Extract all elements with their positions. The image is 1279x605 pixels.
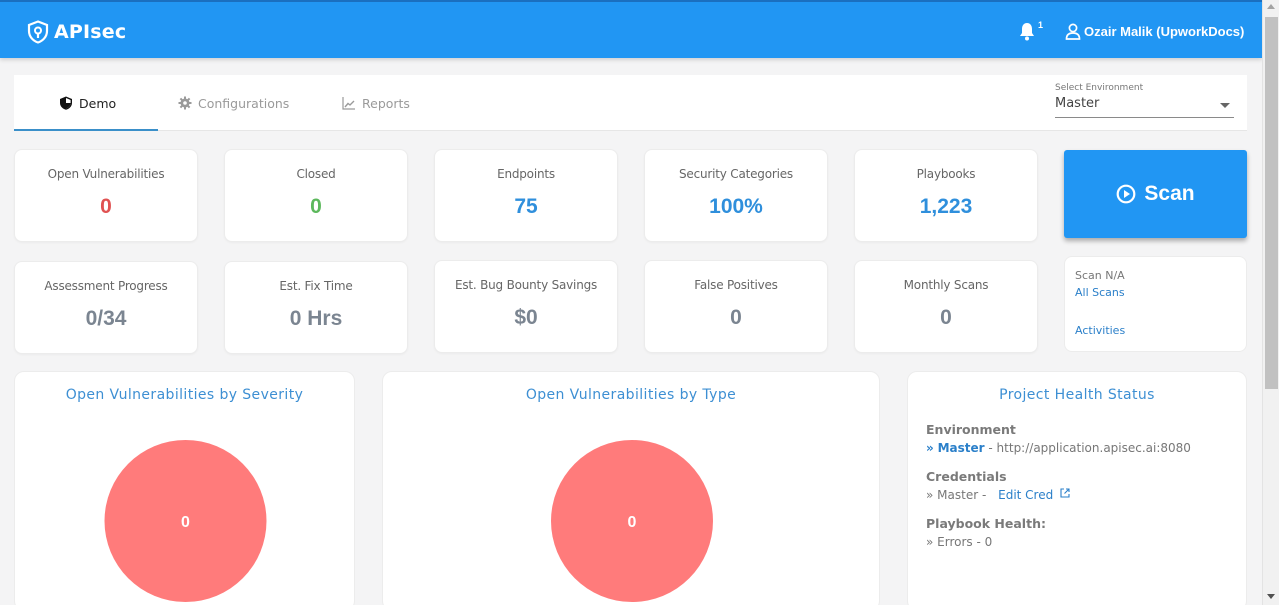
user-icon [1065,23,1081,40]
notification-count: 1 [1038,20,1044,30]
health-playbook-section: Playbook Health: » Errors - 0 [926,516,1246,549]
double-chevron-icon: » [926,535,934,549]
stat-value: 0 [310,195,322,218]
caret-down-icon [1220,103,1230,108]
external-link-icon [1060,488,1070,498]
stat-card-bug-bounty-savings[interactable]: Est. Bug Bounty Savings $0 [434,260,618,353]
gear-icon [178,96,192,110]
stat-card-open-vulnerabilities[interactable]: Open Vulnerabilities 0 [14,149,198,242]
errors-line: » Errors - 0 [926,535,1246,549]
project-health-card: Project Health Status Environment » Mast… [907,371,1247,605]
stat-card-false-positives[interactable]: False Positives 0 [644,260,828,353]
shield-keyhole-icon [27,20,49,44]
type-pie-chart: 0 [551,440,713,602]
stat-card-assessment-progress[interactable]: Assessment Progress 0/34 [14,261,198,354]
double-chevron-icon: » [926,441,934,455]
stat-card-monthly-scans[interactable]: Monthly Scans 0 [854,260,1038,353]
stat-label: Est. Bug Bounty Savings [454,278,598,292]
severity-chart-card: Open Vulnerabilities by Severity 0 [14,371,355,605]
all-scans-link[interactable]: All Scans [1075,286,1236,299]
stat-value: 0 Hrs [289,307,343,330]
stat-card-closed[interactable]: Closed 0 [224,149,408,242]
stat-card-est-fix-time[interactable]: Est. Fix Time 0 Hrs [224,261,408,354]
errors-count: Errors - 0 [937,535,993,549]
top-navbar: APIsec 1 Ozair Malik (UpworkDocs) [0,0,1262,58]
page-scrollbar[interactable] [1262,0,1279,605]
scroll-down-arrow-icon[interactable] [1267,594,1275,599]
activities-link[interactable]: Activities [1075,324,1236,337]
tab-label: Reports [362,95,410,111]
user-menu[interactable]: Ozair Malik (UpworkDocs) [1065,23,1244,40]
bell-icon [1020,23,1034,41]
health-credentials-section: Credentials » Master - Edit Cred [926,469,1246,502]
pie-center-label: 0 [181,514,190,531]
tab-reports[interactable]: Reports [342,75,410,131]
stat-card-endpoints[interactable]: Endpoints 75 [434,149,618,242]
brand-logo[interactable]: APIsec [27,20,126,44]
scan-button-label: Scan [1144,182,1195,205]
scroll-up-arrow-icon[interactable] [1267,4,1275,9]
edit-cred-label: Edit Cred [998,488,1054,502]
environment-value-text: Master [1055,96,1100,111]
notifications-button[interactable]: 1 [1018,20,1043,46]
brand-name: APIsec [54,21,127,43]
pie-center-label: 0 [628,514,637,531]
stat-label: Monthly Scans [903,278,989,292]
tab-label: Demo [79,95,117,111]
stat-label: Endpoints [497,167,555,181]
stat-value: 0 [940,306,952,329]
credentials-heading: Credentials [926,469,1007,484]
stat-value: $0 [514,306,538,329]
edit-cred-link[interactable]: Edit Cred [998,488,1070,502]
stat-label: Security Categories [679,167,793,181]
stat-label: Playbooks [916,167,976,181]
environment-line: » Master - http://application.apisec.ai:… [926,441,1246,455]
stat-label: Assessment Progress [44,279,168,293]
health-title: Project Health Status [999,387,1155,403]
scan-links-card: Scan N/A All Scans Activities [1064,256,1247,352]
tab-demo[interactable]: Demo [59,75,116,131]
environment-heading: Environment [926,422,1016,437]
stat-label: Est. Fix Time [279,279,353,293]
stat-label: Open Vulnerabilities [47,167,165,181]
environment-select-value[interactable]: Master [1055,96,1234,118]
double-chevron-icon: » [926,488,934,502]
credentials-line: » Master - Edit Cred [926,488,1246,502]
health-environment-section: Environment » Master - http://applicatio… [926,422,1246,455]
stat-label: Closed [296,167,336,181]
active-tab-indicator [14,129,158,131]
environment-select-label: Select Environment [1055,83,1144,93]
shield-icon [60,96,72,110]
stat-value: 0/34 [85,307,127,330]
environment-name-link[interactable]: Master [938,441,985,455]
play-circle-icon [1116,184,1136,204]
stat-value: 0 [100,195,112,218]
type-chart-card: Open Vulnerabilities by Type 0 [382,371,880,605]
environment-url: - http://application.apisec.ai:8080 [988,441,1191,455]
environment-select[interactable]: Select Environment Master [1055,83,1234,118]
stat-label: False Positives [694,278,778,292]
tab-configurations[interactable]: Configurations [178,75,289,131]
tabs-bar: Demo Configurations Reports Select Envir… [14,75,1247,131]
stat-card-playbooks[interactable]: Playbooks 1,223 [854,149,1038,242]
stat-value: 1,223 [919,195,973,218]
playbook-health-heading: Playbook Health: [926,516,1046,531]
user-name: Ozair Malik (UpworkDocs) [1084,24,1245,39]
stat-value: 100% [709,195,763,218]
scan-status: Scan N/A [1075,269,1125,282]
credentials-name: Master - [937,488,987,502]
chart-line-icon [342,97,355,110]
stat-card-security-categories[interactable]: Security Categories 100% [644,149,828,242]
severity-pie-chart: 0 [104,440,267,602]
stat-value: 75 [514,195,538,218]
stat-value: 0 [730,306,742,329]
scroll-thumb[interactable] [1265,17,1278,389]
tab-label: Configurations [198,95,290,111]
scan-button[interactable]: Scan [1064,150,1247,238]
